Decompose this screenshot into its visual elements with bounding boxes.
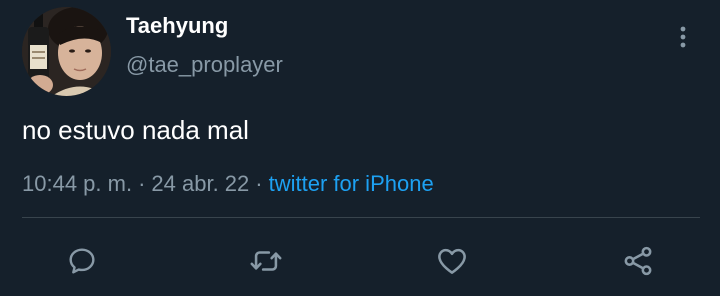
- tweet-date[interactable]: 24 abr. 22: [151, 171, 249, 196]
- more-vertical-icon: [680, 26, 686, 48]
- heart-icon: [438, 248, 466, 274]
- share-icon: [624, 246, 652, 276]
- user-handle[interactable]: @tae_proplayer: [126, 51, 283, 79]
- reply-icon: [69, 248, 95, 274]
- tweet-meta: 10:44 p. m. · 24 abr. 22 · twitter for iPhon…: [22, 170, 434, 198]
- meta-separator: ·: [138, 171, 146, 196]
- retweet-icon: [250, 251, 282, 271]
- meta-separator: ·: [255, 171, 263, 196]
- like-button[interactable]: [434, 243, 470, 279]
- share-button[interactable]: [620, 243, 656, 279]
- tweet-time[interactable]: 10:44 p. m.: [22, 171, 132, 196]
- avatar-image: [22, 7, 111, 96]
- tweet-card: Taehyung @tae_proplayer no estuvo nada m…: [0, 0, 720, 296]
- display-name[interactable]: Taehyung: [126, 12, 228, 40]
- tweet-source-link[interactable]: twitter for iPhone: [269, 171, 434, 196]
- more-options-button[interactable]: [668, 22, 698, 52]
- avatar[interactable]: [22, 7, 111, 96]
- retweet-button[interactable]: [248, 243, 284, 279]
- divider: [22, 217, 700, 218]
- reply-button[interactable]: [64, 243, 100, 279]
- tweet-text: no estuvo nada mal: [22, 115, 249, 145]
